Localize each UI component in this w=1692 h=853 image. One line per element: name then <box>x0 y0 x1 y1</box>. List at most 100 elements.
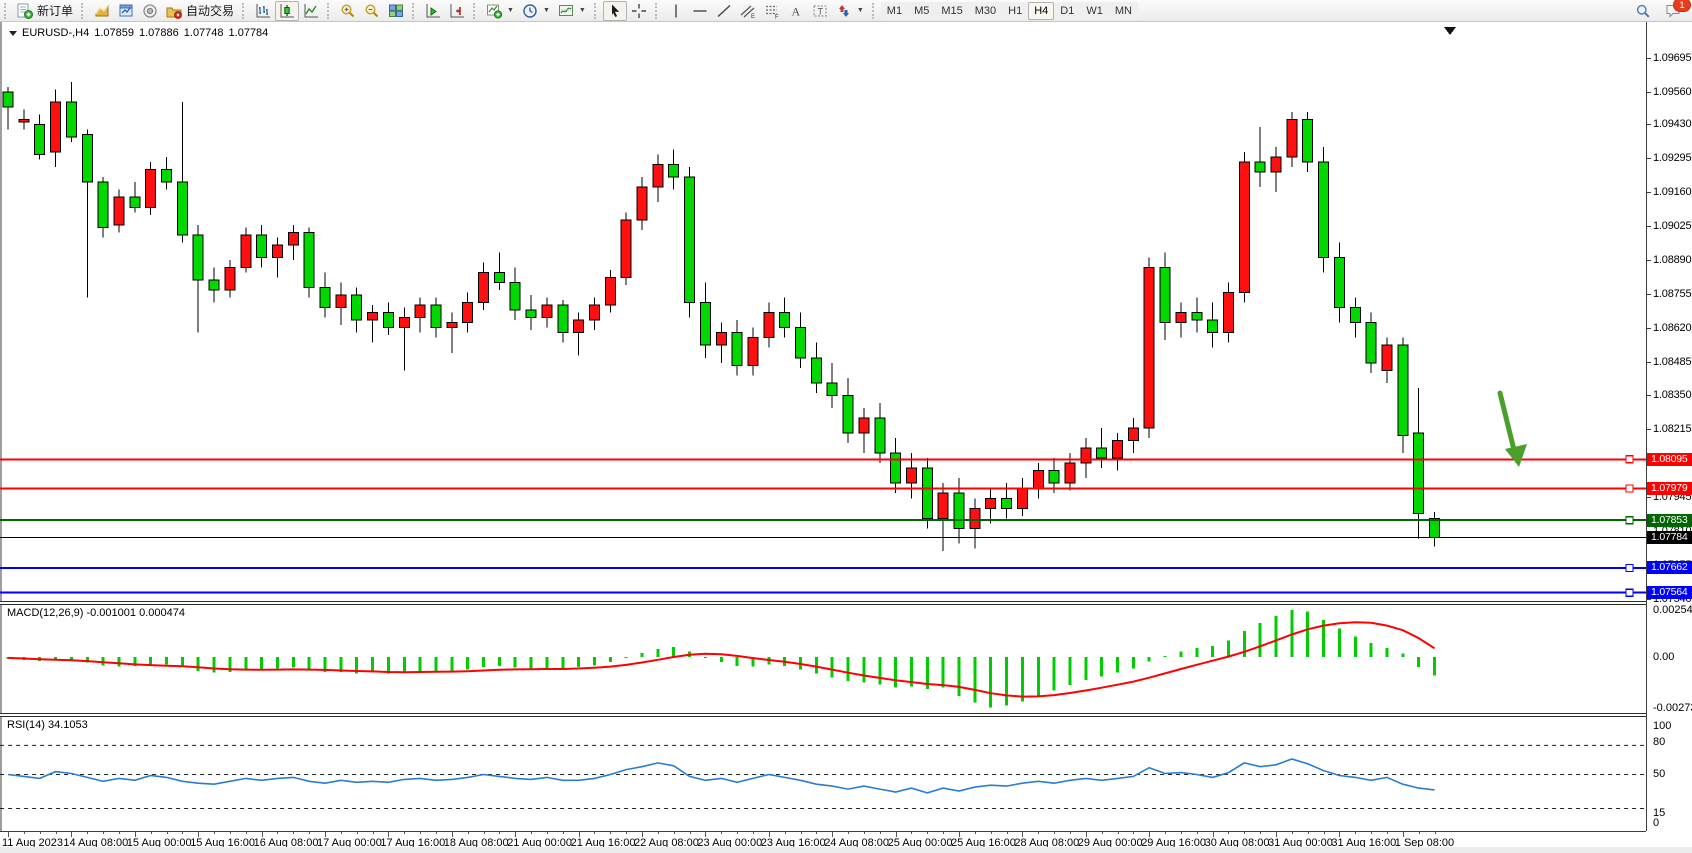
main-price-chart[interactable] <box>0 22 1646 602</box>
autotrading-button[interactable]: 自动交易 <box>162 1 238 21</box>
price-tick-label: 1.08620 <box>1653 322 1691 334</box>
chart-high-value: 1.07886 <box>139 27 179 39</box>
candle-body <box>589 305 599 320</box>
down-arrow-head <box>1505 444 1527 467</box>
time-tick-mark <box>468 832 469 834</box>
line-handle[interactable] <box>1626 517 1633 524</box>
candle-body <box>479 272 489 302</box>
periods-button[interactable]: ▼ <box>518 1 554 21</box>
price-tick-mark <box>1647 328 1651 329</box>
candle-body <box>463 303 473 323</box>
rsi-panel[interactable] <box>0 717 1646 831</box>
price-tick-mark <box>1647 294 1651 295</box>
rsi-axis-100: 100 <box>1653 720 1671 732</box>
vertical-line-tool-button[interactable] <box>664 1 688 21</box>
timeframe-mn[interactable]: MN <box>1109 2 1138 20</box>
horizontal-line-tool-button[interactable] <box>688 1 712 21</box>
candlestick-chart-button[interactable] <box>275 1 299 21</box>
time-tick-mark <box>1244 832 1245 834</box>
tile-windows-button[interactable] <box>384 1 408 21</box>
notifications-button[interactable]: 1 <box>1661 1 1686 21</box>
macd-axis-max: 0.002543 <box>1653 604 1692 616</box>
arrows-tool-button[interactable]: ▼ <box>832 1 868 21</box>
current-price-tag: 1.07784 <box>1647 531 1692 544</box>
candle-body <box>510 283 520 311</box>
toolbar-grip <box>655 3 661 19</box>
panel-separator[interactable] <box>0 713 1646 717</box>
candle-body <box>1002 498 1012 508</box>
auto-scroll-button[interactable] <box>421 1 445 21</box>
equidistant-channel-icon: E <box>740 3 756 19</box>
candle-body <box>796 328 806 358</box>
candle-body <box>193 235 203 280</box>
candle-body <box>1414 433 1424 513</box>
fibonacci-tool-button[interactable]: F <box>760 1 784 21</box>
chart-shift-button[interactable] <box>445 1 469 21</box>
chart-menu-icon[interactable] <box>9 31 17 36</box>
indicators-button[interactable]: ▼ <box>482 1 518 21</box>
rsi-line <box>8 759 1435 793</box>
crosshair-tool-button[interactable] <box>627 1 651 21</box>
main-toolbar: 新订单 自动交易 ▼ ▼ ▼ E F A T ▼ M1 M5 M15 M30 H… <box>0 0 1692 22</box>
time-tick-mark <box>547 832 548 834</box>
timeframe-d1[interactable]: D1 <box>1054 2 1080 20</box>
trendline-tool-button[interactable] <box>712 1 736 21</box>
line-handle[interactable] <box>1626 564 1633 571</box>
timeframe-h4[interactable]: H4 <box>1028 2 1054 20</box>
timeframe-m1[interactable]: M1 <box>881 2 908 20</box>
zoom-in-button[interactable] <box>336 1 360 21</box>
cursor-tool-button[interactable] <box>603 1 627 21</box>
toolbar-grip <box>594 3 600 19</box>
time-tick-mark <box>1308 832 1309 834</box>
bar-chart-button[interactable] <box>251 1 275 21</box>
timeframe-m30[interactable]: M30 <box>969 2 1002 20</box>
time-tick-mark <box>1324 832 1325 834</box>
time-tick-mark <box>753 832 754 834</box>
candle-body <box>1081 448 1091 463</box>
line-chart-button[interactable] <box>299 1 323 21</box>
navigator-button[interactable] <box>138 1 162 21</box>
line-handle[interactable] <box>1626 456 1633 463</box>
market-watch-button[interactable] <box>114 1 138 21</box>
level-price-tag: 1.07564 <box>1647 586 1692 599</box>
zoom-out-button[interactable] <box>360 1 384 21</box>
cursor-icon <box>607 3 623 19</box>
candle-body <box>1192 313 1202 321</box>
equidistant-channel-tool-button[interactable]: E <box>736 1 760 21</box>
panel-separator[interactable] <box>0 601 1646 605</box>
scroll-to-end-marker[interactable] <box>1444 27 1456 35</box>
candle-body <box>177 182 187 235</box>
search-button[interactable] <box>1631 1 1655 21</box>
macd-panel[interactable] <box>0 605 1646 713</box>
down-arrow-annotation[interactable] <box>1500 393 1514 450</box>
time-tick-mark <box>674 832 675 834</box>
line-handle[interactable] <box>1626 485 1633 492</box>
periods-icon <box>522 3 538 19</box>
timeframe-m15[interactable]: M15 <box>935 2 968 20</box>
rsi-axis-0: 0 <box>1653 817 1659 829</box>
candle-body <box>257 235 267 258</box>
time-tick-mark <box>404 832 405 834</box>
text-tool-button[interactable]: A <box>784 1 808 21</box>
timeframe-h1[interactable]: H1 <box>1002 2 1028 20</box>
time-tick-mark <box>975 832 976 834</box>
time-tick-mark <box>563 832 564 834</box>
profiles-button[interactable] <box>90 1 114 21</box>
new-order-button[interactable]: 新订单 <box>13 1 77 21</box>
timeframe-group: M1 M5 M15 M30 H1 H4 D1 W1 MN <box>881 2 1138 20</box>
time-tick-mark <box>1118 832 1119 834</box>
line-handle[interactable] <box>1626 589 1633 596</box>
timeframe-m5[interactable]: M5 <box>908 2 935 20</box>
level-price-tag: 1.08095 <box>1647 453 1692 466</box>
dropdown-caret-icon: ▼ <box>507 7 514 14</box>
price-axis[interactable]: 0.002543 0.00 -0.002733 100 80 50 15 0 1… <box>1646 22 1692 831</box>
svg-text:T: T <box>817 6 823 16</box>
zoom-out-icon <box>364 3 380 19</box>
candle-body <box>1239 162 1249 292</box>
templates-button[interactable]: ▼ <box>554 1 590 21</box>
price-tick-mark <box>1647 58 1651 59</box>
toolbar-grip <box>412 3 418 19</box>
timeframe-w1[interactable]: W1 <box>1080 2 1109 20</box>
text-label-tool-button[interactable]: T <box>808 1 832 21</box>
time-tick-mark <box>230 832 231 834</box>
